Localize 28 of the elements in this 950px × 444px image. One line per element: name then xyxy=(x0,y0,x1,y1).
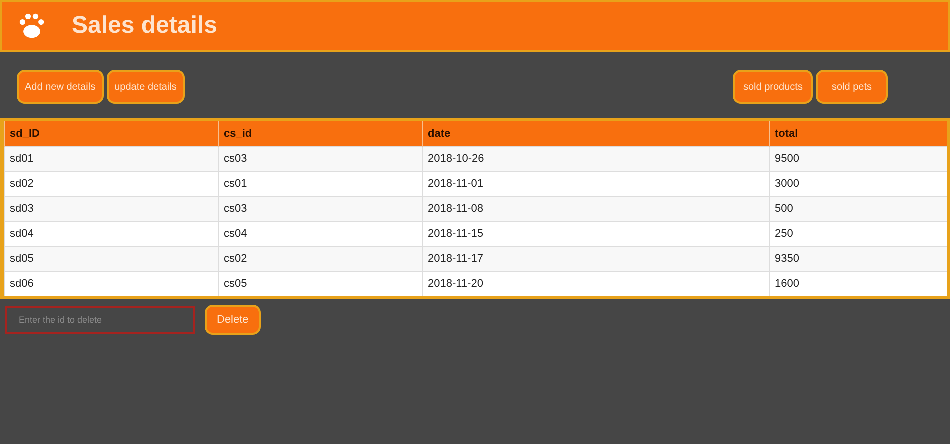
column-header: date xyxy=(422,121,770,146)
table-cell: 2018-10-26 xyxy=(422,146,770,172)
column-header: total xyxy=(770,121,947,146)
delete-id-field[interactable]: Enter the id to delete xyxy=(5,306,195,334)
table-cell: sd06 xyxy=(4,272,218,296)
table-cell: cs05 xyxy=(218,272,422,296)
table-cell: cs02 xyxy=(218,246,422,272)
table-cell: 9350 xyxy=(770,246,947,272)
table-cell: sd03 xyxy=(4,196,218,222)
table-cell: 2018-11-20 xyxy=(422,272,770,296)
action-button[interactable]: Add new details xyxy=(17,70,104,104)
nav-button[interactable]: sold products xyxy=(733,70,813,104)
table-cell: 500 xyxy=(770,196,947,222)
table-cell: cs03 xyxy=(218,196,422,222)
paw-icon xyxy=(18,12,46,40)
table-cell: sd05 xyxy=(4,246,218,272)
column-header: cs_id xyxy=(218,121,422,146)
table-cell: 2018-11-08 xyxy=(422,196,770,222)
delete-button[interactable]: Delete xyxy=(205,305,261,335)
column-header: sd_ID xyxy=(4,121,218,146)
nav-button[interactable]: sold pets xyxy=(816,70,888,104)
table-cell: sd01 xyxy=(4,146,218,172)
table-cell: 9500 xyxy=(770,146,947,172)
table-cell: cs03 xyxy=(218,146,422,172)
page-title: Sales details xyxy=(72,12,218,40)
table-cell: 2018-11-17 xyxy=(422,246,770,272)
action-button[interactable]: update details xyxy=(106,70,185,104)
table-cell: 1600 xyxy=(770,272,947,296)
